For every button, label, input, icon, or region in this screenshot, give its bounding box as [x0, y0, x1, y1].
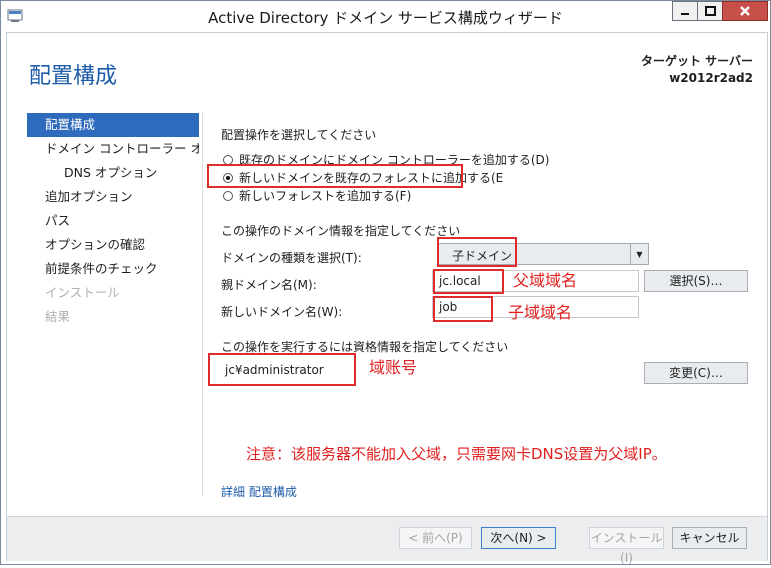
wizard-footer: < 前へ(P) 次へ(N) > インストール(I) キャンセル [7, 516, 767, 565]
parent-domain-label: 親ドメイン名(M): [221, 278, 317, 292]
new-domain-label: 新しいドメイン名(W): [221, 305, 343, 319]
deployment-section-label: 配置操作を選択してください [221, 128, 377, 142]
radio-add-forest-label: 新しいフォレストを追加する(F) [239, 189, 412, 203]
highlight-new-domain [433, 296, 493, 322]
nav-item-paths[interactable]: パス [27, 209, 199, 233]
domain-info-label: この操作のドメイン情報を指定してください [221, 224, 461, 238]
nav-item-dc-options[interactable]: ドメイン コントローラー オプ… [27, 137, 199, 161]
minimize-icon [681, 13, 689, 15]
nav-item-results: 結果 [45, 309, 71, 324]
wizard-content: 配置構成 ターゲット サーバー w2012r2ad2 配置構成 ドメイン コント… [6, 32, 768, 565]
chevron-down-icon: ▼ [630, 244, 648, 264]
window-title: Active Directory ドメイン サービス構成ウィザード [208, 9, 563, 27]
nav-item-dns-options[interactable]: DNS オプション [27, 161, 199, 185]
maximize-button[interactable] [697, 1, 723, 21]
target-server-label: ターゲット サーバー [640, 54, 753, 68]
highlight-domain-type [437, 237, 517, 267]
change-credentials-button[interactable]: 変更(C)… [644, 362, 748, 384]
minimize-button[interactable] [672, 1, 698, 21]
wizard-window: Active Directory ドメイン サービス構成ウィザード 配置構成 タ… [0, 0, 771, 565]
highlight-parent-domain [433, 269, 504, 294]
target-server-name: w2012r2ad2 [669, 71, 753, 85]
select-parent-button[interactable]: 選択(S)… [644, 270, 748, 292]
radio-add-dc-indicator [223, 154, 233, 165]
nav-item-installation: インストール [45, 285, 120, 300]
previous-button[interactable]: < 前へ(P) [399, 527, 472, 549]
maximize-icon [704, 6, 716, 16]
install-button[interactable]: インストール(I) [589, 527, 664, 565]
close-icon [740, 6, 750, 16]
nav-item-review-options[interactable]: オプションの確認 [27, 233, 199, 257]
next-button[interactable]: 次へ(N) > [481, 527, 556, 549]
close-button[interactable] [722, 1, 768, 21]
page-title: 配置構成 [29, 64, 118, 89]
title-bar: Active Directory ドメイン サービス構成ウィザード [1, 1, 770, 32]
target-server-info: ターゲット サーバー w2012r2ad2 [641, 53, 753, 87]
annotation-parent-domain: 父域域名 [513, 271, 578, 290]
nav-item-prerequisites[interactable]: 前提条件のチェック [27, 257, 199, 281]
nav-item-deployment[interactable]: 配置構成 [27, 113, 199, 137]
highlight-add-domain [207, 164, 463, 188]
annotation-account: 域账号 [369, 358, 418, 377]
wizard-nav: 配置構成 ドメイン コントローラー オプ… DNS オプション 追加オプション … [27, 113, 199, 329]
cancel-button[interactable]: キャンセル [672, 527, 747, 549]
highlight-credentials [208, 353, 356, 386]
domain-type-label: ドメインの種類を選択(T): [221, 251, 362, 265]
more-about-deployment-link[interactable]: 詳細 配置構成 [221, 483, 297, 500]
radio-add-forest[interactable]: 新しいフォレストを追加する(F) [223, 187, 411, 204]
nav-item-additional-options[interactable]: 追加オプション [27, 185, 199, 209]
annotation-child-domain: 子域域名 [508, 303, 573, 322]
nav-divider [202, 113, 203, 496]
radio-add-forest-indicator [223, 190, 233, 201]
annotation-note: 注意：该服务器不能加入父域，只需要网卡DNS设置为父域IP。 [246, 445, 667, 463]
